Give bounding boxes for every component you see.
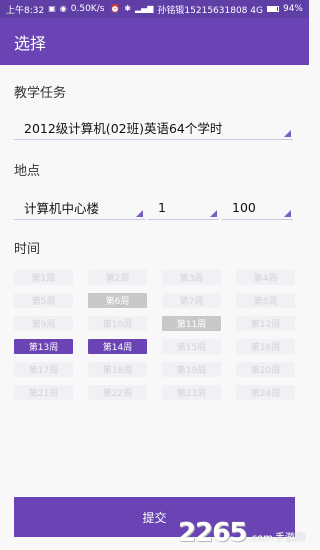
week-button[interactable]: 第2周 <box>88 270 147 285</box>
dropdown-triangle-icon <box>284 210 291 217</box>
signal-icon: ▂▄▆ <box>134 4 154 13</box>
task-spinner[interactable]: 2012级计算机(02班)英语64个学时 <box>14 116 293 140</box>
week-button[interactable]: 第22周 <box>88 385 147 400</box>
week-button[interactable]: 第9周 <box>14 316 73 331</box>
task-label: 教学任务 <box>14 86 67 101</box>
watermark-number: 2265 <box>178 518 247 548</box>
week-row: 第21周 第22周 第23周 第24周 <box>14 385 295 400</box>
week-button[interactable]: 第17周 <box>14 362 73 377</box>
week-row: 第5周 第6周 第7周 第8周 <box>14 293 295 308</box>
dropdown-triangle-icon <box>210 210 217 217</box>
bluetooth-icon: ✱ <box>124 4 131 13</box>
week-button[interactable]: 第18周 <box>88 362 147 377</box>
week-button[interactable]: 第6周 <box>88 293 147 308</box>
network-speed: 0.50K/s <box>70 4 105 14</box>
week-button[interactable]: 第14周 <box>88 339 147 354</box>
dropdown-triangle-icon <box>136 210 143 217</box>
watermark-text: 手游网 <box>275 533 305 544</box>
week-row: 第9周 第10周 第11周 第12周 <box>14 316 295 331</box>
notification-icon: ▣ <box>48 4 56 13</box>
week-button[interactable]: 第20周 <box>236 362 295 377</box>
location-label: 地点 <box>14 164 41 179</box>
watermark-logo: 2265 .com 手游网 <box>178 520 305 546</box>
week-button[interactable]: 第5周 <box>14 293 73 308</box>
week-grid: 第1周 第2周 第3周 第4周 第5周 第6周 第7周 第8周 第9周 第10周 第11周 第12周第… <box>14 270 295 408</box>
app-notification-icon: ◉ <box>59 4 67 13</box>
task-value: 2012级计算机(02班)英语64个学时 <box>24 121 223 136</box>
time-label: 时间 <box>14 242 41 257</box>
week-row: 第13周 第14周 第15周 第16周 <box>14 339 295 354</box>
week-button[interactable]: 第11周 <box>162 316 221 331</box>
building-spinner[interactable]: 计算机中心楼 <box>14 196 145 220</box>
week-button[interactable]: 第7周 <box>162 293 221 308</box>
week-button[interactable]: 第24周 <box>236 385 295 400</box>
room-spinner[interactable]: 100 <box>222 196 293 220</box>
battery-icon <box>266 6 279 12</box>
week-button[interactable]: 第23周 <box>162 385 221 400</box>
status-bar: 上午8:32 ▣ ◉ 0.50K/s ⏰ ✱ ▂▄▆ 孙铭锻1521563180… <box>0 0 309 18</box>
week-button[interactable]: 第16周 <box>236 339 295 354</box>
dropdown-triangle-icon <box>284 130 291 137</box>
week-button[interactable]: 第3周 <box>162 270 221 285</box>
page-title: 选择 <box>14 33 47 53</box>
carrier-info: 孙铭锻15215631808 4G <box>157 5 263 16</box>
week-button[interactable]: 第12周 <box>236 316 295 331</box>
status-time: 上午8:32 <box>6 5 45 16</box>
week-button[interactable]: 第15周 <box>162 339 221 354</box>
week-row: 第17周 第18周 第19周 第20周 <box>14 362 295 377</box>
battery-level: 94% <box>282 4 303 14</box>
alarm-icon: ⏰ <box>110 4 121 13</box>
week-button[interactable]: 第13周 <box>14 339 73 354</box>
week-button[interactable]: 第4周 <box>236 270 295 285</box>
building-value: 计算机中心楼 <box>24 201 100 216</box>
week-button[interactable]: 第8周 <box>236 293 295 308</box>
room-value: 100 <box>232 200 256 215</box>
week-button[interactable]: 第19周 <box>162 362 221 377</box>
week-button[interactable]: 第10周 <box>88 316 147 331</box>
floor-value: 1 <box>158 200 166 215</box>
floor-spinner[interactable]: 1 <box>148 196 219 220</box>
week-button[interactable]: 第21周 <box>14 385 73 400</box>
week-button[interactable]: 第1周 <box>14 270 73 285</box>
app-bar: 选择 <box>0 18 309 65</box>
watermark-suffix: .com <box>248 533 273 544</box>
week-row: 第1周 第2周 第3周 第4周 <box>14 270 295 285</box>
